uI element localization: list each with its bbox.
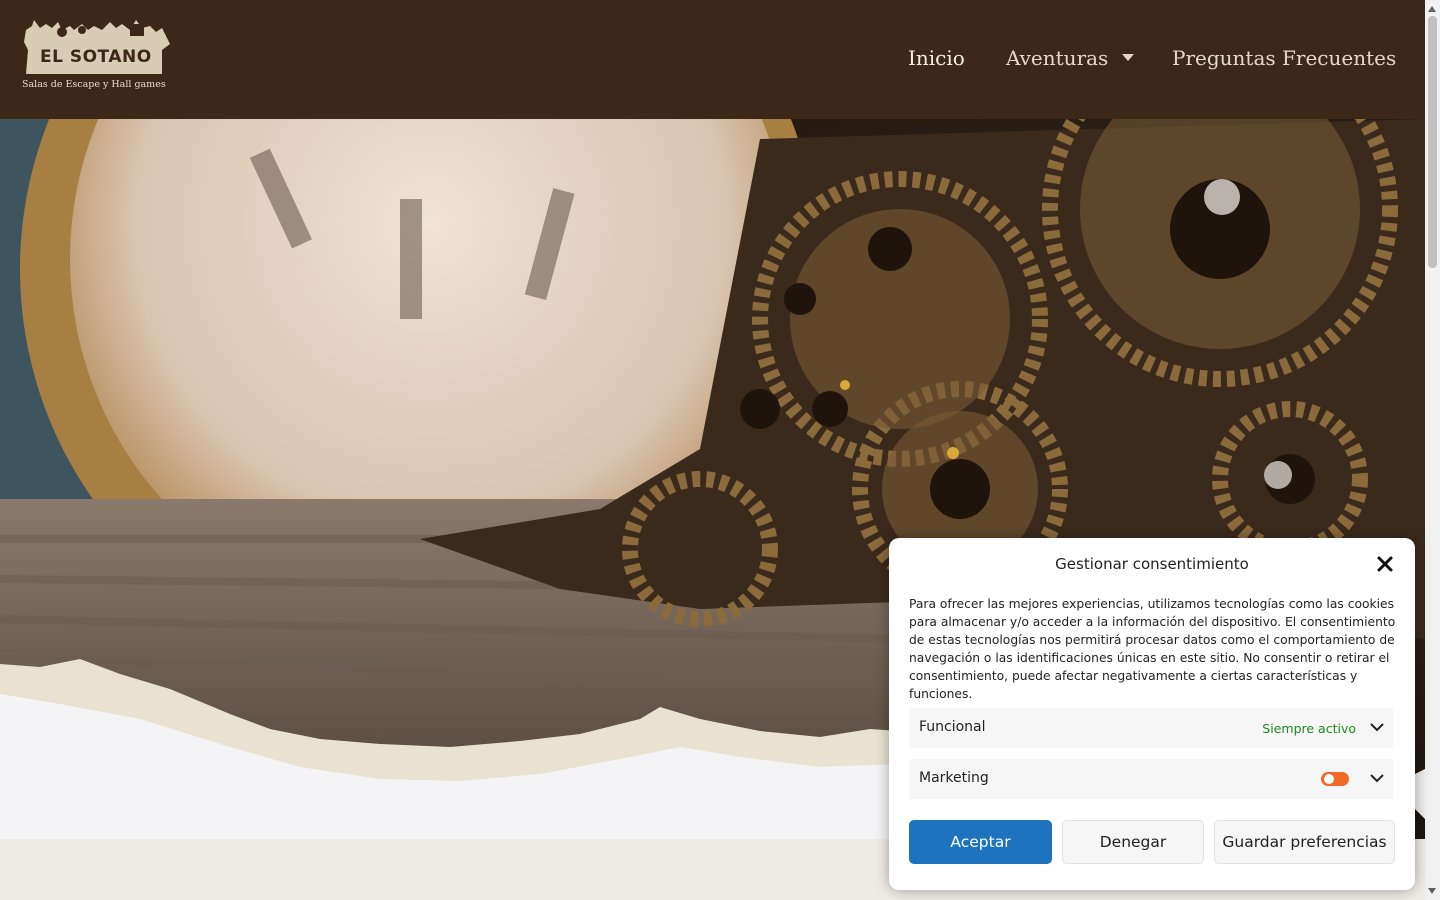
scroll-up-arrow-icon[interactable] — [1428, 6, 1436, 12]
category-label: Funcional — [919, 719, 986, 735]
caret-down-icon — [1122, 54, 1135, 61]
nav-item-preguntas-frecuentes[interactable]: Preguntas Frecuentes — [1172, 46, 1396, 70]
chevron-down-icon[interactable] — [1369, 772, 1385, 784]
save-preferences-button[interactable]: Guardar preferencias — [1214, 820, 1395, 864]
logo-wordmark: EL SOTANO — [40, 47, 152, 67]
scroll-down-arrow-icon[interactable] — [1428, 888, 1436, 894]
site-header: EL SOTANO Salas de Escape y Hall games I… — [0, 0, 1425, 119]
chevron-down-icon[interactable] — [1369, 721, 1385, 733]
marketing-toggle[interactable] — [1321, 772, 1349, 786]
close-icon[interactable] — [1375, 554, 1395, 574]
consent-description: Para ofrecer las mejores experiencias, u… — [909, 597, 1396, 701]
nav-item-aventuras-label: Aventuras — [1006, 46, 1109, 70]
accept-button[interactable]: Aceptar — [909, 820, 1052, 864]
consent-category-funcional[interactable]: Funcional Siempre activo — [909, 708, 1393, 748]
category-label: Marketing — [919, 770, 989, 786]
cookie-consent-dialog: Gestionar consentimiento Para ofrecer la… — [889, 538, 1415, 890]
deny-button[interactable]: Denegar — [1062, 820, 1204, 864]
always-active-badge: Siempre activo — [1262, 721, 1356, 736]
nav-item-aventuras[interactable]: Aventuras — [1006, 46, 1135, 70]
site-logo[interactable]: EL SOTANO Salas de Escape y Hall games — [22, 18, 174, 98]
toggle-knob — [1324, 774, 1334, 784]
logo-tagline: Salas de Escape y Hall games — [22, 79, 166, 90]
consent-title: Gestionar consentimiento — [1055, 555, 1249, 573]
scroll-thumb[interactable] — [1428, 16, 1437, 268]
consent-category-marketing[interactable]: Marketing — [909, 759, 1393, 799]
page-scrollbar[interactable] — [1425, 0, 1440, 900]
nav-item-inicio[interactable]: Inicio — [908, 46, 965, 70]
